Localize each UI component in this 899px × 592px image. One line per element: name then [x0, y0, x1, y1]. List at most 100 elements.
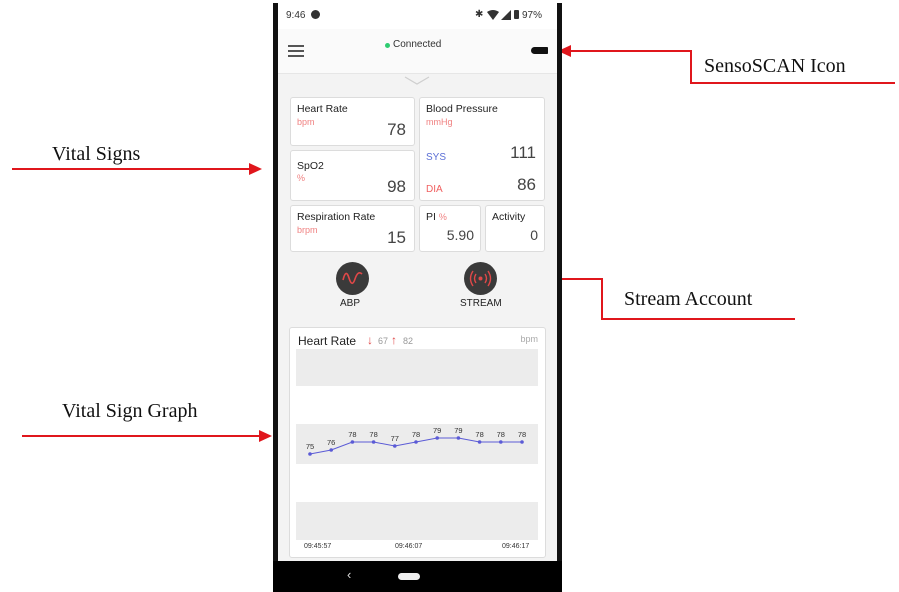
pi-unit: %: [438, 212, 447, 222]
annotation-stream-line-h2: [601, 318, 795, 320]
heart-rate-data-label: 78: [475, 430, 483, 439]
blood-pressure-unit: mmHg: [426, 117, 453, 127]
chart-band-top: [296, 349, 538, 386]
abp-icon: [336, 262, 369, 295]
pi-card[interactable]: PI % 5.90: [419, 205, 481, 252]
annotation-stream-line-v: [601, 278, 603, 320]
graph-min-value: 67: [378, 336, 389, 346]
heart-rate-chart: 75 76 78 78 77 78 79 79 78 78 78: [306, 426, 526, 456]
heart-rate-point: [329, 448, 333, 452]
bluetooth-icon: ✱: [475, 9, 484, 20]
home-button[interactable]: [398, 573, 420, 580]
respiration-rate-value: 15: [387, 228, 406, 247]
activity-title: Activity: [492, 211, 526, 223]
heart-rate-data-label: 76: [327, 438, 335, 447]
signal-icon: [501, 10, 511, 20]
connection-status-dot: [385, 43, 390, 48]
blood-pressure-card[interactable]: Blood Pressure mmHg SYS 111 DIA 86: [419, 97, 545, 201]
annotation-vital-signs: Vital Signs: [52, 143, 141, 165]
graph-unit: bpm: [520, 334, 538, 344]
heart-rate-data-label: 75: [306, 442, 314, 451]
heart-rate-data-label: 78: [497, 430, 505, 439]
x-tick-label: 09:46:17: [502, 543, 530, 550]
menu-icon[interactable]: [288, 45, 304, 57]
max-arrow-icon: ↑: [391, 333, 397, 347]
heart-rate-data-label: 77: [391, 434, 399, 443]
status-bar: 9:46 ✱ 97%: [278, 3, 557, 29]
dia-label: DIA: [426, 184, 443, 195]
phone-frame: 9:46 ✱ 97% Connected Heart Rate bpm 78 S…: [273, 3, 562, 592]
heart-rate-point: [477, 440, 482, 444]
pi-title: PI %: [426, 211, 447, 223]
heart-rate-point: [308, 452, 312, 456]
annotation-vital-signs-arrow: [249, 163, 262, 175]
heart-rate-point: [393, 444, 397, 448]
heart-rate-point: [371, 440, 376, 444]
dia-value: 86: [517, 175, 536, 194]
app-bar: Connected: [278, 29, 557, 74]
respiration-rate-card[interactable]: Respiration Rate brpm 15: [290, 205, 415, 252]
respiration-rate-title: Respiration Rate: [297, 211, 376, 223]
annotation-vital-sign-graph-line: [22, 435, 260, 437]
respiration-rate-unit: brpm: [297, 225, 318, 235]
notification-icon: [311, 10, 320, 19]
spo2-unit: %: [297, 173, 306, 183]
heart-rate-title: Heart Rate: [297, 103, 348, 115]
phone-screen: 9:46 ✱ 97% Connected Heart Rate bpm 78 S…: [278, 3, 557, 561]
heart-rate-data-label: 78: [412, 430, 420, 439]
abp-label: ABP: [340, 298, 361, 309]
heart-rate-data-label: 78: [369, 430, 377, 439]
heart-rate-point: [520, 440, 524, 444]
pi-title-text: PI: [426, 211, 436, 223]
spo2-card[interactable]: SpO2 % 98: [290, 150, 415, 201]
sys-value: 111: [510, 143, 536, 162]
annotation-vital-signs-line: [12, 168, 250, 170]
heart-rate-data-label: 79: [454, 426, 462, 435]
heart-rate-data-label: 78: [348, 430, 356, 439]
heart-rate-point: [499, 440, 503, 444]
sys-label: SYS: [426, 152, 447, 163]
heart-rate-data-label: 79: [433, 426, 441, 435]
activity-value: 0: [530, 227, 538, 243]
main-content: Heart Rate bpm 78 SpO2 % 98 Blood Pressu…: [278, 74, 557, 561]
annotation-vital-sign-graph-arrow: [259, 430, 272, 442]
blood-pressure-title: Blood Pressure: [426, 103, 498, 115]
annotation-sensoscan-line-h2: [690, 82, 895, 84]
heart-rate-unit: bpm: [297, 117, 315, 127]
annotation-vital-sign-graph: Vital Sign Graph: [62, 400, 198, 422]
status-time: 9:46: [286, 10, 306, 21]
connection-status: Connected: [393, 39, 442, 50]
min-arrow-icon: ↓: [367, 333, 373, 347]
heart-rate-data-label: 78: [518, 430, 526, 439]
navigation-bar: ‹: [273, 561, 562, 592]
annotation-sensoscan-icon: SensoSCAN Icon: [704, 55, 846, 77]
chart-band-bottom: [296, 502, 538, 540]
heart-rate-card[interactable]: Heart Rate bpm 78: [290, 97, 415, 146]
wifi-icon: [487, 10, 499, 20]
x-tick-label: 09:45:57: [304, 543, 332, 550]
graph-title: Heart Rate: [298, 334, 357, 348]
spo2-value: 98: [387, 177, 406, 196]
stream-button[interactable]: STREAM: [454, 262, 504, 310]
heart-rate-value: 78: [387, 120, 406, 139]
heart-rate-point: [414, 440, 418, 444]
x-tick-label: 09:46:07: [395, 543, 423, 550]
heart-rate-point: [435, 436, 439, 440]
abp-button[interactable]: ABP: [336, 262, 370, 310]
activity-card[interactable]: Activity 0: [485, 205, 545, 252]
annotation-stream-account: Stream Account: [624, 288, 753, 310]
annotation-sensoscan-line-v: [690, 50, 692, 84]
annotation-sensoscan-line-h1: [570, 50, 692, 52]
battery-percent: 97%: [522, 10, 543, 21]
heart-rate-point: [350, 440, 355, 444]
stream-icon: [464, 262, 497, 295]
battery-icon: [514, 10, 519, 19]
heart-rate-point: [456, 436, 461, 440]
stream-label: STREAM: [460, 298, 502, 309]
pi-value: 5.90: [446, 227, 474, 243]
spo2-title: SpO2: [297, 160, 324, 172]
chevron-down-icon[interactable]: [404, 76, 430, 86]
graph-max-value: 82: [403, 336, 414, 346]
sensoscan-icon[interactable]: [531, 47, 548, 54]
back-icon[interactable]: ‹: [347, 567, 351, 582]
